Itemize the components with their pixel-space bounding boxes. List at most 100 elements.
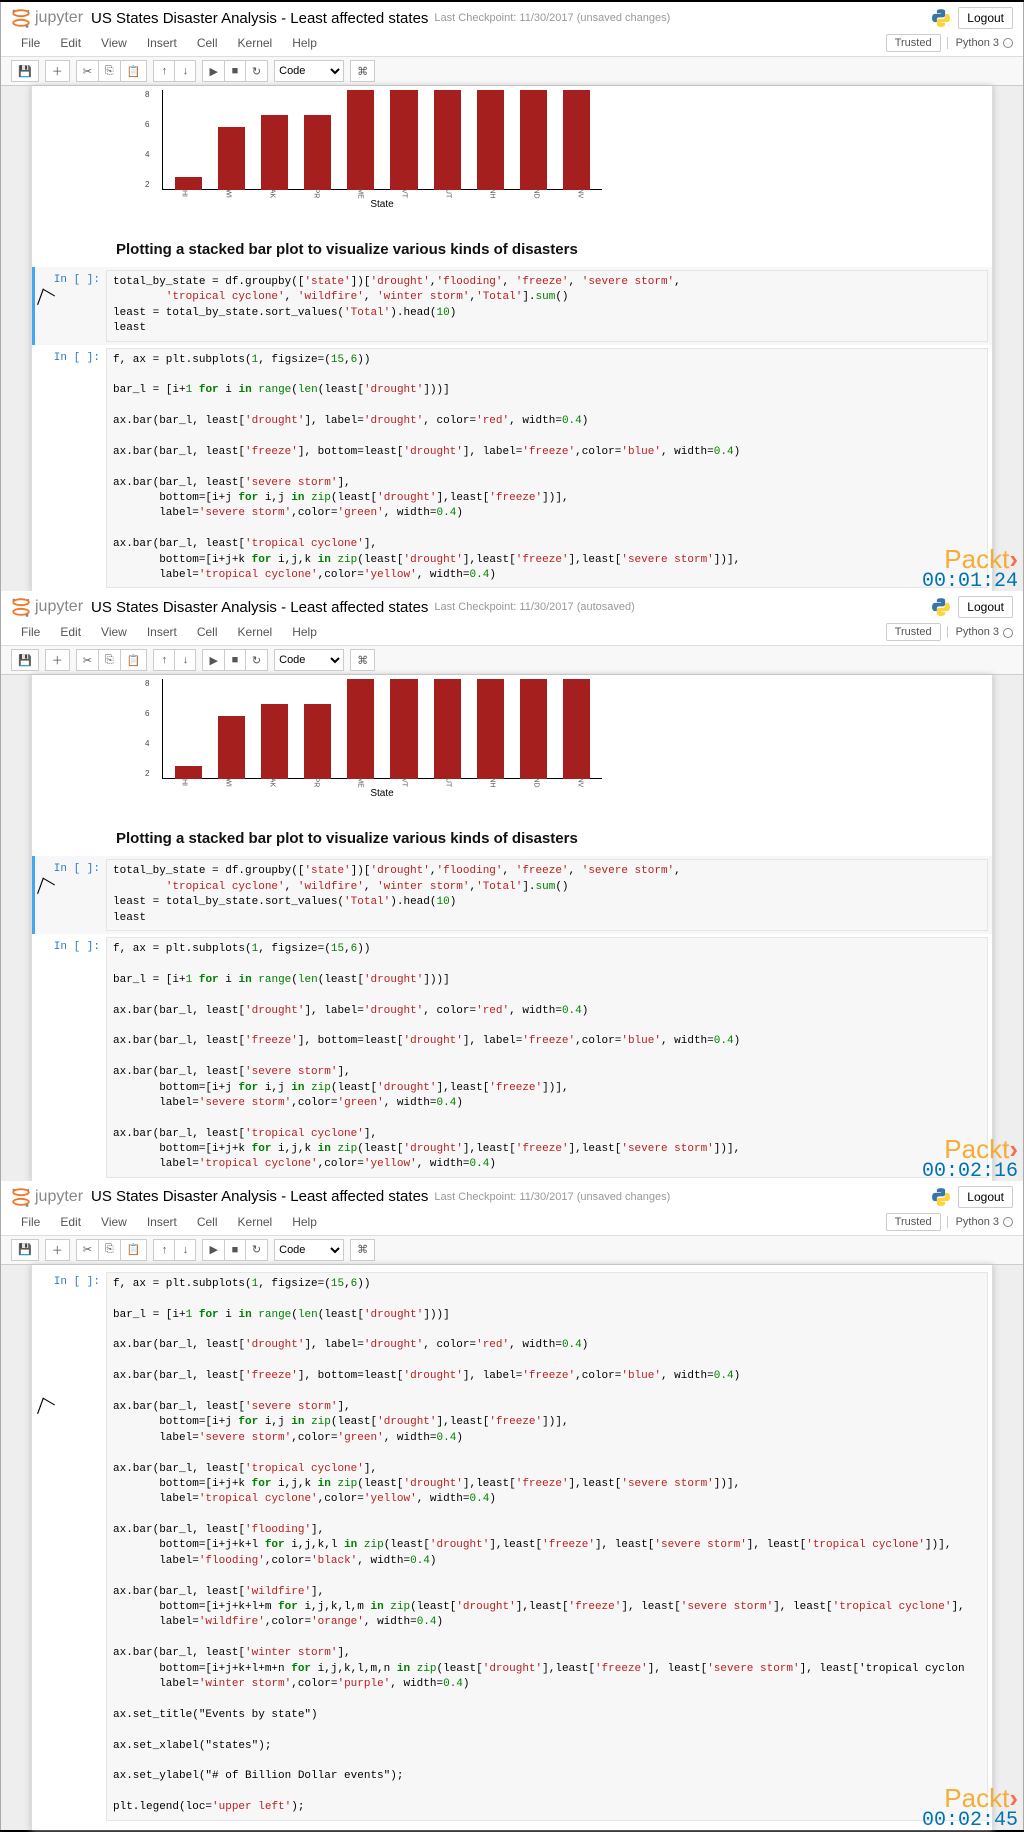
- command-palette-button[interactable]: ⌘: [350, 649, 375, 671]
- save-button[interactable]: 💾: [11, 60, 39, 82]
- menu-view[interactable]: View: [91, 621, 137, 643]
- notebook-title[interactable]: US States Disaster Analysis - Least affe…: [91, 599, 428, 616]
- ytick: 8: [145, 679, 149, 688]
- menu-help[interactable]: Help: [282, 621, 327, 643]
- jupyter-logo[interactable]: jupyter: [9, 595, 83, 619]
- cut-button[interactable]: ✂: [76, 60, 99, 82]
- code-cell[interactable]: In [ ]: f, ax = plt.subplots(1, figsize=…: [32, 345, 992, 592]
- menu-file[interactable]: File: [11, 621, 50, 643]
- toolbar: 💾 ＋ ✂ ⎘ 📋 ↑ ↓ ▶ ■ ↻ Code ⌘: [1, 646, 1023, 675]
- notebook-title[interactable]: US States Disaster Analysis - Least affe…: [91, 1188, 428, 1205]
- menu-kernel[interactable]: Kernel: [228, 1211, 283, 1233]
- code-editor[interactable]: total_by_state = df.groupby(['state'])['…: [113, 275, 981, 337]
- ytick: 4: [145, 739, 149, 748]
- menu-edit[interactable]: Edit: [50, 621, 91, 643]
- logout-button[interactable]: Logout: [958, 1186, 1013, 1208]
- menu-view[interactable]: View: [91, 32, 137, 54]
- kernel-indicator[interactable]: Python 3: [947, 626, 1013, 638]
- cut-button[interactable]: ✂: [76, 649, 99, 671]
- stop-button[interactable]: ■: [224, 649, 246, 671]
- command-palette-button[interactable]: ⌘: [350, 1239, 375, 1261]
- move-down-button[interactable]: ↓: [174, 1239, 196, 1261]
- celltype-select[interactable]: Code: [274, 60, 344, 82]
- copy-button[interactable]: ⎘: [98, 1239, 121, 1261]
- code-cell[interactable]: In [ ]: total_by_state = df.groupby(['st…: [32, 267, 992, 345]
- kernel-idle-icon: [1003, 628, 1013, 638]
- python-logo-icon: [930, 1186, 952, 1208]
- insert-cell-button[interactable]: ＋: [45, 60, 70, 82]
- kernel-indicator[interactable]: Python 3: [947, 37, 1013, 49]
- menu-insert[interactable]: Insert: [137, 32, 187, 54]
- stop-button[interactable]: ■: [224, 60, 246, 82]
- checkpoint-status: Last Checkpoint: 11/30/2017 (autosaved): [434, 601, 634, 613]
- checkpoint-status: Last Checkpoint: 11/30/2017 (unsaved cha…: [434, 1191, 670, 1203]
- menu-cell[interactable]: Cell: [187, 621, 228, 643]
- trusted-indicator[interactable]: Trusted: [886, 34, 941, 52]
- copy-button[interactable]: ⎘: [98, 60, 121, 82]
- paste-button[interactable]: 📋: [120, 60, 148, 82]
- insert-cell-button[interactable]: ＋: [45, 1239, 70, 1261]
- xtick: ND: [533, 761, 540, 805]
- code-cell[interactable]: In [ ]: total_by_state = df.groupby(['st…: [32, 856, 992, 934]
- save-button[interactable]: 💾: [11, 649, 39, 671]
- command-palette-button[interactable]: ⌘: [350, 60, 375, 82]
- cut-button[interactable]: ✂: [76, 1239, 99, 1261]
- trusted-indicator[interactable]: Trusted: [886, 623, 941, 641]
- paste-button[interactable]: 📋: [120, 649, 148, 671]
- menu-cell[interactable]: Cell: [187, 32, 228, 54]
- menu-file[interactable]: File: [11, 32, 50, 54]
- run-button[interactable]: ▶: [202, 60, 224, 82]
- celltype-select[interactable]: Code: [274, 1239, 344, 1261]
- bar-HI: [175, 177, 202, 190]
- move-up-button[interactable]: ↑: [153, 1239, 175, 1261]
- menu-file[interactable]: File: [11, 1211, 50, 1233]
- ytick: 6: [145, 709, 149, 718]
- bar-chart-output: 8642 HIWIAKPRMEVTUTNHNDNV State: [32, 679, 992, 805]
- python-logo-icon: [930, 596, 952, 618]
- section-heading: Plotting a stacked bar plot to visualize…: [116, 830, 978, 847]
- kernel-indicator[interactable]: Python 3: [947, 1216, 1013, 1228]
- restart-button[interactable]: ↻: [245, 1239, 268, 1261]
- run-button[interactable]: ▶: [202, 649, 224, 671]
- move-up-button[interactable]: ↑: [153, 60, 175, 82]
- paste-button[interactable]: 📋: [120, 1239, 148, 1261]
- menu-kernel[interactable]: Kernel: [228, 621, 283, 643]
- code-editor[interactable]: f, ax = plt.subplots(1, figsize=(15,6)) …: [113, 1277, 981, 1816]
- notebook-title[interactable]: US States Disaster Analysis - Least affe…: [91, 10, 428, 27]
- insert-cell-button[interactable]: ＋: [45, 649, 70, 671]
- menu-insert[interactable]: Insert: [137, 1211, 187, 1233]
- logout-button[interactable]: Logout: [958, 7, 1013, 29]
- code-editor[interactable]: f, ax = plt.subplots(1, figsize=(15,6)) …: [113, 353, 981, 584]
- markdown-cell[interactable]: Plotting a stacked bar plot to visualize…: [32, 232, 992, 267]
- code-cell[interactable]: In [ ]: f, ax = plt.subplots(1, figsize=…: [32, 1269, 992, 1824]
- code-cell[interactable]: In [ ]: f, ax = plt.subplots(1, figsize=…: [32, 934, 992, 1181]
- menu-view[interactable]: View: [91, 1211, 137, 1233]
- menu-cell[interactable]: Cell: [187, 1211, 228, 1233]
- celltype-select[interactable]: Code: [274, 649, 344, 671]
- menu-help[interactable]: Help: [282, 32, 327, 54]
- trusted-indicator[interactable]: Trusted: [886, 1213, 941, 1231]
- jupyter-logo[interactable]: jupyter: [9, 6, 83, 30]
- restart-button[interactable]: ↻: [245, 60, 268, 82]
- code-editor[interactable]: f, ax = plt.subplots(1, figsize=(15,6)) …: [113, 942, 981, 1173]
- logout-button[interactable]: Logout: [958, 596, 1013, 618]
- move-down-button[interactable]: ↓: [174, 649, 196, 671]
- copy-button[interactable]: ⎘: [98, 649, 121, 671]
- menu-help[interactable]: Help: [282, 1211, 327, 1233]
- code-editor[interactable]: total_by_state = df.groupby(['state'])['…: [113, 864, 981, 926]
- run-button[interactable]: ▶: [202, 1239, 224, 1261]
- menubar: FileEditViewInsertCellKernelHelp Trusted…: [1, 619, 1023, 646]
- menu-kernel[interactable]: Kernel: [228, 32, 283, 54]
- stop-button[interactable]: ■: [224, 1239, 246, 1261]
- menu-edit[interactable]: Edit: [50, 1211, 91, 1233]
- jupyter-logo[interactable]: jupyter: [9, 1185, 83, 1209]
- ytick: 2: [145, 769, 149, 778]
- move-up-button[interactable]: ↑: [153, 649, 175, 671]
- restart-button[interactable]: ↻: [245, 649, 268, 671]
- markdown-cell[interactable]: Plotting a stacked bar plot to visualize…: [32, 821, 992, 856]
- bar-chart-output: 8642 HIWIAKPRMEVTUTNHNDNV State: [32, 90, 992, 216]
- save-button[interactable]: 💾: [11, 1239, 39, 1261]
- menu-edit[interactable]: Edit: [50, 32, 91, 54]
- move-down-button[interactable]: ↓: [174, 60, 196, 82]
- menu-insert[interactable]: Insert: [137, 621, 187, 643]
